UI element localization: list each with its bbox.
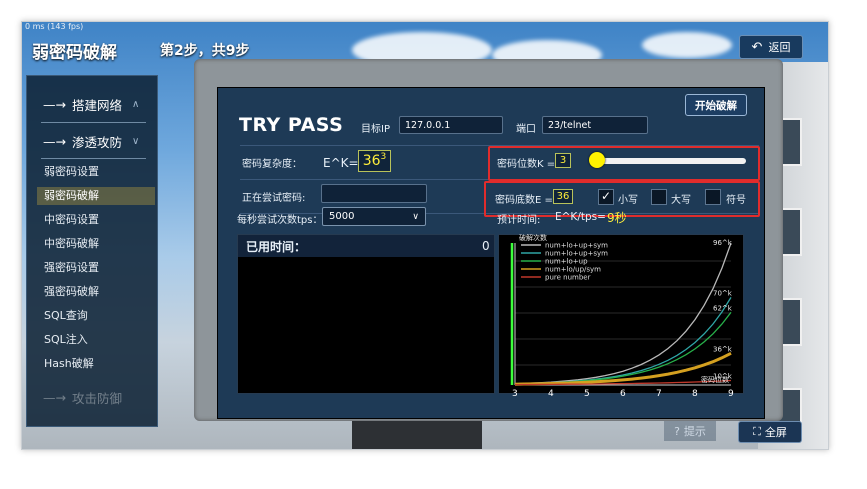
sidebar-section-network[interactable]: —→ 搭建网络 ∧ (27, 87, 157, 121)
divider (41, 122, 146, 123)
lowercase-label: 小写 (618, 195, 638, 206)
elapsed-time-panel: 已用时间： 0 (237, 234, 495, 394)
sidebar-section-attack-defense[interactable]: —→ 渗透攻防 ∨ (27, 124, 157, 158)
sidebar: —→ 搭建网络 ∧ —→ 渗透攻防 ∨ 弱密码设置 弱密码破解 中密码设置 中密… (26, 75, 158, 427)
complexity-label: 密码复杂度： (242, 159, 302, 170)
question-icon: ? (674, 424, 680, 438)
chevron-down-icon: ∨ (412, 211, 419, 222)
chart-legend-label: num+lo+up (545, 258, 588, 266)
back-label: 返回 (768, 41, 791, 54)
chart-legend-label: num+lo+up+sym (545, 242, 608, 250)
tps-selected: 5000 (329, 211, 355, 222)
chart-series-end-label: 70^k (713, 289, 733, 297)
sidebar-item-mid-pwd-setup[interactable]: 中密码设置 (37, 211, 155, 229)
chart-series-line (514, 311, 732, 385)
chevron-up-icon: ∧ (132, 98, 140, 110)
hint-label: 提示 (683, 425, 706, 438)
base-value: 36 (553, 189, 573, 204)
sidebar-item-sql-query[interactable]: SQL查询 (37, 307, 155, 325)
back-button[interactable]: ↶ 返回 (739, 35, 803, 59)
base-label: 密码底数E = (495, 195, 553, 206)
chart-x-tick-label: 5 (584, 389, 590, 399)
estimate-formula: E^K/tps= (555, 211, 606, 223)
fullscreen-icon: ⛶ (753, 425, 761, 438)
dash-arrow-icon: —→ (43, 96, 66, 112)
symbol-checkbox[interactable] (705, 189, 721, 205)
sidebar-item-strong-pwd-setup[interactable]: 强密码设置 (37, 259, 155, 277)
try-pass-panel: TRY PASS 目标IP 127.0.0.1 端口 23/telnet 开始破… (217, 87, 765, 419)
chart-svg: 96^k70^k62^k36^k10^knum+lo+up+symnum+lo+… (510, 233, 734, 399)
dash-arrow-icon: —→ (43, 389, 66, 405)
complexity-base: 36 (362, 153, 381, 169)
chart-x-tick-label: 3 (512, 389, 518, 399)
fullscreen-label: 全屏 (764, 426, 787, 439)
estimate-label: 预计时间: (497, 215, 541, 226)
digits-label: 密码位数K = (497, 159, 556, 170)
target-ip-label: 目标IP (361, 124, 390, 135)
chart-series-end-label: 36^k (713, 345, 733, 353)
chart-legend-label: num+lo/up/sym (545, 266, 601, 274)
fps-readout: 0 ms (143 fps) (25, 22, 84, 31)
divider (41, 158, 146, 159)
back-arrow-icon: ↶ (751, 39, 763, 55)
chart-series-end-label: 96^k (713, 239, 733, 247)
tps-label: 每秒尝试次数tps： (237, 215, 323, 226)
port-label: 端口 (516, 124, 536, 135)
start-crack-button[interactable]: 开始破解 (685, 94, 747, 116)
step-indicator: 第2步，共9步 (160, 43, 250, 59)
sidebar-item-weak-pwd-setup[interactable]: 弱密码设置 (37, 163, 155, 181)
trying-label: 正在尝试密码: (242, 193, 306, 204)
section-label: 渗透攻防 (71, 134, 122, 150)
hint-button[interactable]: ? 提示 (664, 421, 716, 441)
complexity-value: 36 3 (358, 150, 391, 172)
uppercase-label: 大写 (671, 195, 691, 206)
chart-series-line (514, 351, 732, 386)
monitor-stand (352, 421, 482, 449)
chart-x-tick-label: 9 (728, 389, 734, 399)
chart-legend-label: pure number (545, 274, 591, 282)
sidebar-item-mid-pwd-crack[interactable]: 中密码破解 (37, 235, 155, 253)
sidebar-item-weak-pwd-crack[interactable]: 弱密码破解 (37, 187, 155, 205)
chart-series-end-label: 62^k (713, 304, 733, 312)
chart-x-tick-label: 8 (692, 389, 698, 399)
dash-arrow-icon: —→ (43, 133, 66, 149)
digits-value: 3 (555, 153, 571, 168)
sidebar-item-strong-pwd-crack[interactable]: 强密码破解 (37, 283, 155, 301)
complexity-exponent: 3 (380, 152, 387, 162)
chart-x-tick-label: 7 (656, 389, 662, 399)
cloud (642, 32, 732, 58)
fullscreen-button[interactable]: ⛶ 全屏 (738, 421, 802, 443)
tps-dropdown[interactable]: 5000 ∨ (322, 207, 426, 226)
lowercase-checkbox[interactable]: ✓ (598, 189, 614, 205)
trying-password-field (321, 184, 427, 203)
complexity-formula: E^K= (323, 156, 359, 170)
estimate-value: 9秒 (607, 211, 627, 225)
elapsed-label: 已用时间： (246, 240, 307, 254)
chevron-down-icon: ∨ (132, 135, 140, 147)
digits-slider-track[interactable] (596, 158, 746, 164)
sidebar-item-sql-injection[interactable]: SQL注入 (37, 331, 155, 349)
chart-x-tick-label: 4 (548, 389, 554, 399)
app-title: 弱密码破解 (32, 43, 117, 63)
crack-count-chart: 96^k 70^k 62^k 36^k 10^k num+lo+up+sym num+lo+… (498, 233, 744, 399)
chart-x-tick-label: 6 (620, 389, 626, 399)
elapsed-value: 0 (482, 239, 490, 253)
sidebar-section-partial[interactable]: —→ 攻击防御 (27, 380, 157, 414)
sidebar-item-hash-crack[interactable]: Hash破解 (37, 355, 155, 373)
section-label: 攻击防御 (71, 390, 122, 406)
symbol-label: 符号 (726, 195, 746, 206)
section-label: 搭建网络 (71, 97, 122, 113)
chart-x-axis-label: 密码位数 (701, 375, 729, 384)
uppercase-checkbox[interactable] (651, 189, 667, 205)
chart-legend-label: num+lo+up+sym (545, 250, 608, 258)
digits-slider-handle[interactable] (589, 152, 605, 168)
panel-title: TRY PASS (239, 114, 344, 136)
chart-y-axis-label: 破解次数 (519, 233, 547, 242)
